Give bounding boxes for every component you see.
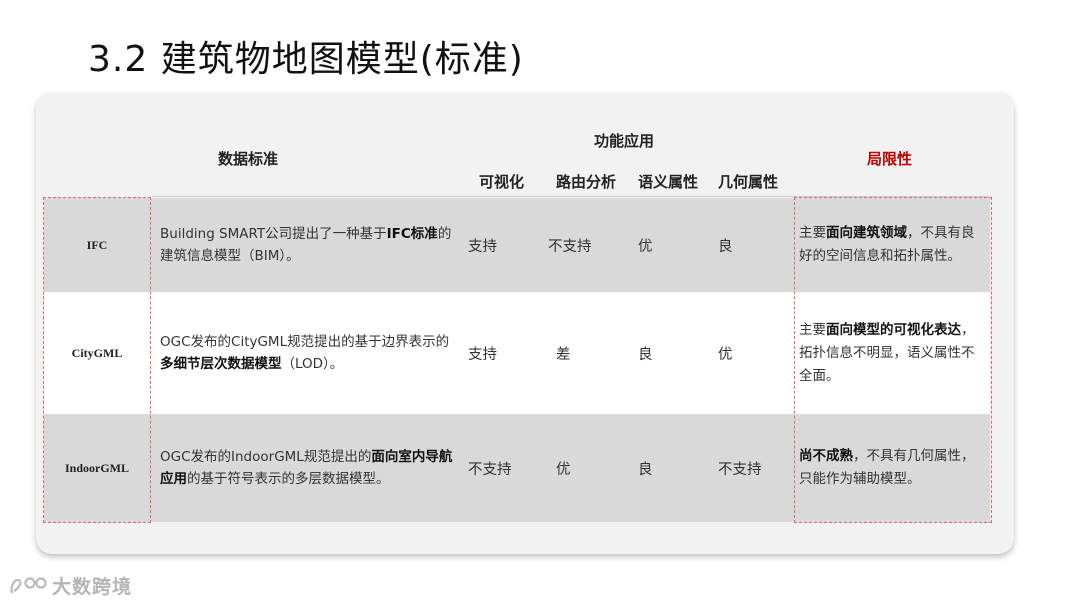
- logo-icon: [10, 576, 47, 593]
- header-limitation: 局限性: [867, 150, 913, 168]
- watermark-text: 大数跨境: [52, 576, 133, 598]
- route-value: 不支持: [548, 238, 592, 255]
- header-route-analysis: 路由分析: [556, 173, 617, 191]
- standard-description: Building SMART公司提出了一种基于IFC标准的建筑信息模型（BIM）…: [160, 226, 452, 264]
- semantic-value: 良: [638, 346, 653, 363]
- geometric-value: 优: [718, 346, 733, 363]
- standard-description: OGC发布的IndoorGML规范提出的面向室内导航应用的基于符号表示的多层数据…: [160, 449, 453, 487]
- visualization-value: 支持: [468, 238, 497, 255]
- standard-column-highlight: [43, 197, 151, 523]
- semantic-value: 优: [638, 238, 653, 255]
- header-semantic-attr: 语义属性: [638, 173, 699, 191]
- geometric-value: 不支持: [718, 461, 762, 478]
- visualization-value: 支持: [468, 346, 497, 363]
- semantic-value: 良: [638, 461, 653, 478]
- visualization-value: 不支持: [468, 461, 512, 478]
- limitation-column-highlight: [794, 197, 992, 523]
- route-value: 差: [556, 346, 571, 363]
- slide-title: 3.2 建筑物地图模型(标准): [88, 39, 524, 80]
- header-geometric-attr: 几何属性: [718, 173, 779, 191]
- header-function-app: 功能应用: [594, 132, 655, 150]
- geometric-value: 良: [718, 238, 733, 255]
- route-value: 优: [556, 461, 571, 478]
- header-visualization: 可视化: [479, 173, 525, 191]
- header-data-standard: 数据标准: [218, 150, 279, 168]
- watermark-logo: 大数跨境: [8, 572, 132, 599]
- standard-description: OGC发布的CityGML规范提出的基于边界表示的多细节层次数据模型（LOD）。: [160, 334, 450, 372]
